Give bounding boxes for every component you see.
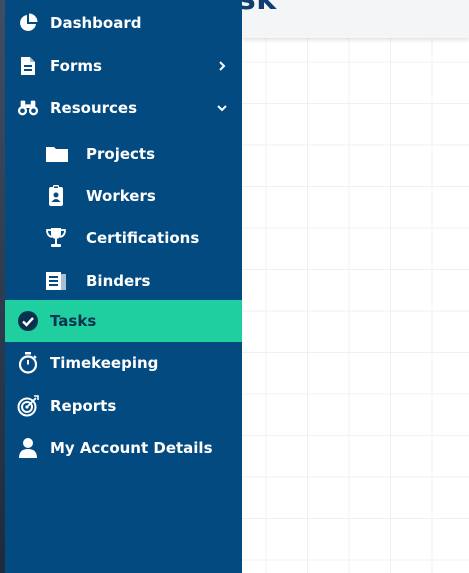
sidebar-item-label: Reports (50, 397, 117, 415)
sidebar-item-tasks[interactable]: Tasks (5, 300, 242, 342)
pie-chart-icon (17, 12, 39, 34)
sidebar-item-label: Forms (50, 57, 102, 75)
sidebar-item-label: Tasks (50, 312, 97, 330)
trophy-icon (45, 227, 67, 249)
sidebar-item-label: Resources (50, 99, 138, 117)
document-icon (17, 55, 39, 77)
sidebar-item-label: Projects (86, 145, 156, 163)
page-title: Task (242, 0, 277, 17)
sidebar-item-resources[interactable]: Resources (5, 87, 242, 129)
sidebar: Dashboard Forms Resources Projects Worke… (5, 0, 242, 573)
sidebar-item-reports[interactable]: Reports (5, 385, 242, 427)
target-icon (17, 395, 39, 417)
sidebar-item-dashboard[interactable]: Dashboard (5, 2, 242, 44)
stopwatch-icon (17, 352, 39, 374)
sidebar-item-label: My Account Details (50, 439, 213, 457)
binoculars-icon (17, 97, 39, 119)
sidebar-item-label: Dashboard (50, 14, 142, 32)
sidebar-item-projects[interactable]: Projects (5, 133, 242, 175)
user-icon (17, 437, 39, 459)
sidebar-item-binders[interactable]: Binders (5, 260, 242, 302)
sidebar-item-label: Binders (86, 272, 151, 290)
main-content-area (242, 0, 469, 573)
sidebar-item-forms[interactable]: Forms (5, 45, 242, 87)
binder-icon (45, 270, 67, 292)
sidebar-item-label: Workers (86, 187, 156, 205)
sidebar-item-label: Timekeeping (50, 354, 159, 372)
chevron-down-icon[interactable] (216, 102, 228, 114)
check-circle-icon (17, 310, 39, 332)
chevron-right-icon[interactable] (216, 60, 228, 72)
sidebar-item-certifications[interactable]: Certifications (5, 217, 242, 259)
sidebar-item-label: Certifications (86, 229, 200, 247)
sidebar-item-my-account-details[interactable]: My Account Details (5, 427, 242, 469)
folder-icon (45, 143, 69, 165)
id-badge-icon (45, 185, 67, 207)
page-header: Task (242, 0, 469, 38)
sidebar-item-timekeeping[interactable]: Timekeeping (5, 342, 242, 384)
sidebar-item-workers[interactable]: Workers (5, 175, 242, 217)
